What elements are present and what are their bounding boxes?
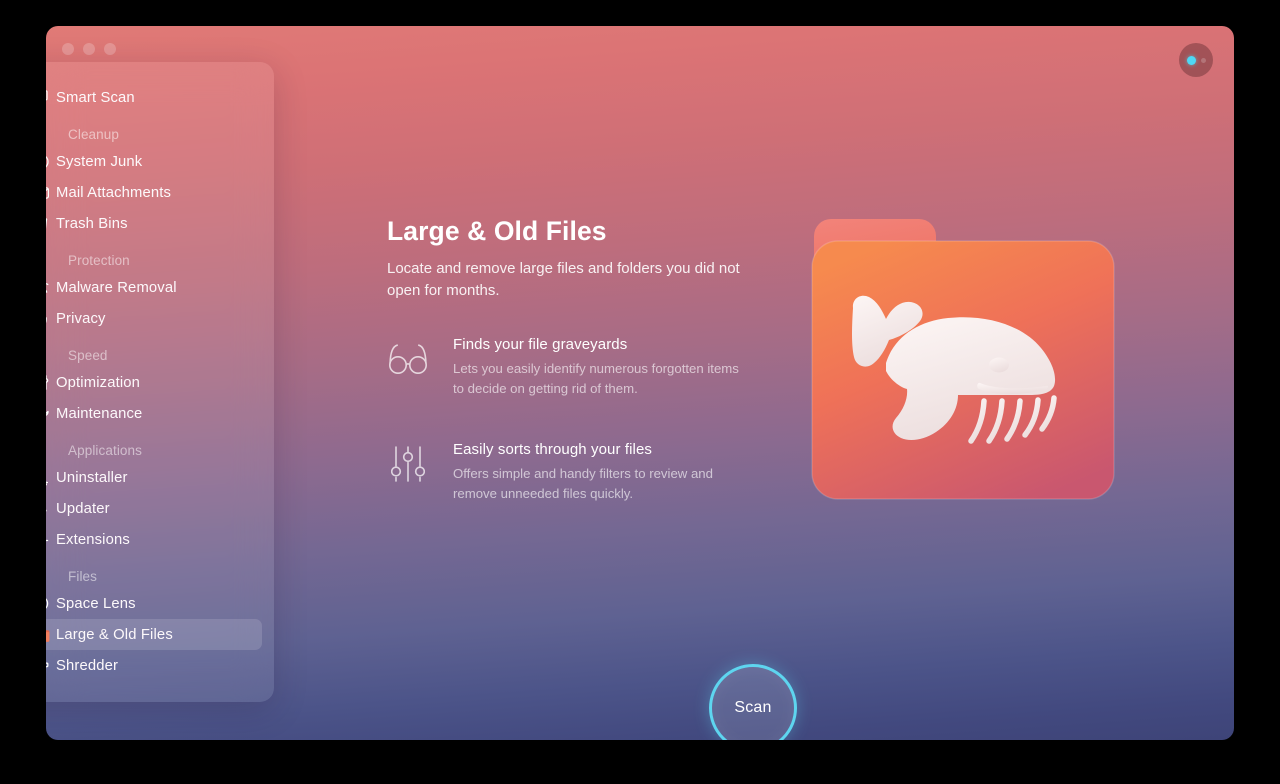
sidebar-item-trash-bins[interactable]: Trash Bins (46, 208, 262, 239)
sidebar-item-label: Large & Old Files (56, 626, 173, 643)
sidebar-item-label: Optimization (56, 374, 141, 391)
sidebar-section-label: Protection (68, 253, 130, 268)
uninstaller-icon (46, 467, 51, 488)
sidebar-item-label: Privacy (56, 310, 106, 327)
sidebar-item-space-lens[interactable]: Space Lens (46, 588, 262, 619)
sidebar-item-large-old-files[interactable]: Large & Old Files (46, 619, 262, 650)
sidebar-item-label: Malware Removal (56, 279, 177, 296)
sidebar-section-label: Speed (68, 348, 108, 363)
sidebar-section-label: Files (68, 569, 98, 584)
page-subtitle: Locate and remove large files and folder… (387, 260, 740, 299)
sidebar: Smart Scan Cleanup System Junk Mail Attac… (46, 62, 274, 702)
sidebar-item-shredder[interactable]: Shredder (46, 650, 262, 681)
feature-description: Offers simple and handy filters to revie… (453, 466, 713, 501)
sidebar-item-malware-removal[interactable]: Malware Removal (46, 272, 262, 303)
puzzle-piece-icon (46, 529, 51, 550)
sidebar-item-label: System Junk (56, 153, 143, 170)
trash-bin-icon (46, 213, 51, 234)
sidebar-item-smart-scan[interactable]: Smart Scan (46, 82, 262, 113)
sliders-filter-icon (387, 443, 429, 485)
shredder-icon (46, 655, 51, 676)
sidebar-item-extensions[interactable]: Extensions (46, 524, 262, 555)
hand-icon (46, 308, 51, 329)
sliders-icon (46, 372, 51, 393)
sidebar-item-updater[interactable]: Updater (46, 493, 262, 524)
feature-title: Easily sorts through your files (453, 441, 653, 458)
sidebar-item-label: Trash Bins (56, 215, 128, 232)
sidebar-item-label: Space Lens (56, 595, 136, 612)
sidebar-item-label: Maintenance (56, 405, 143, 422)
sidebar-item-optimization[interactable]: Optimization (46, 367, 262, 398)
scan-button-label: Scan (734, 699, 772, 716)
sidebar-item-label: Extensions (56, 531, 130, 548)
sidebar-section-label: Applications (68, 443, 142, 458)
page-title: Large & Old Files (387, 216, 607, 246)
sidebar-item-label: Mail Attachments (56, 184, 172, 201)
feature-item: Finds your file graveyards Lets you easi… (387, 336, 747, 399)
space-lens-icon (46, 593, 51, 614)
scan-button[interactable]: Scan (709, 664, 797, 740)
glasses-icon (387, 338, 429, 380)
sidebar-item-label: Shredder (56, 657, 119, 674)
wrench-icon (46, 403, 51, 424)
whale-folder-illustration (808, 213, 1128, 513)
sidebar-item-label: Smart Scan (56, 89, 135, 106)
sidebar-item-uninstaller[interactable]: Uninstaller (46, 462, 262, 493)
system-junk-icon (46, 151, 51, 172)
orange-folder-icon (46, 624, 51, 645)
smart-scan-icon (46, 87, 51, 108)
app-window: Large & Old Files Locate and remove larg… (46, 26, 1234, 740)
biohazard-icon (46, 277, 51, 298)
sidebar-item-label: Uninstaller (56, 469, 128, 486)
mail-icon (46, 182, 51, 203)
sidebar-item-mail-attachments[interactable]: Mail Attachments (46, 177, 262, 208)
sidebar-item-privacy[interactable]: Privacy (46, 303, 262, 334)
sidebar-item-system-junk[interactable]: System Junk (46, 146, 262, 177)
feature-description: Lets you easily identify numerous forgot… (453, 361, 739, 396)
feature-item: Easily sorts through your files Offers s… (387, 441, 747, 504)
updater-arrow-icon (46, 498, 51, 519)
sidebar-item-label: Updater (56, 500, 110, 517)
sidebar-section-label: Cleanup (68, 127, 119, 142)
feature-title: Finds your file graveyards (453, 336, 628, 353)
sidebar-item-maintenance[interactable]: Maintenance (46, 398, 262, 429)
